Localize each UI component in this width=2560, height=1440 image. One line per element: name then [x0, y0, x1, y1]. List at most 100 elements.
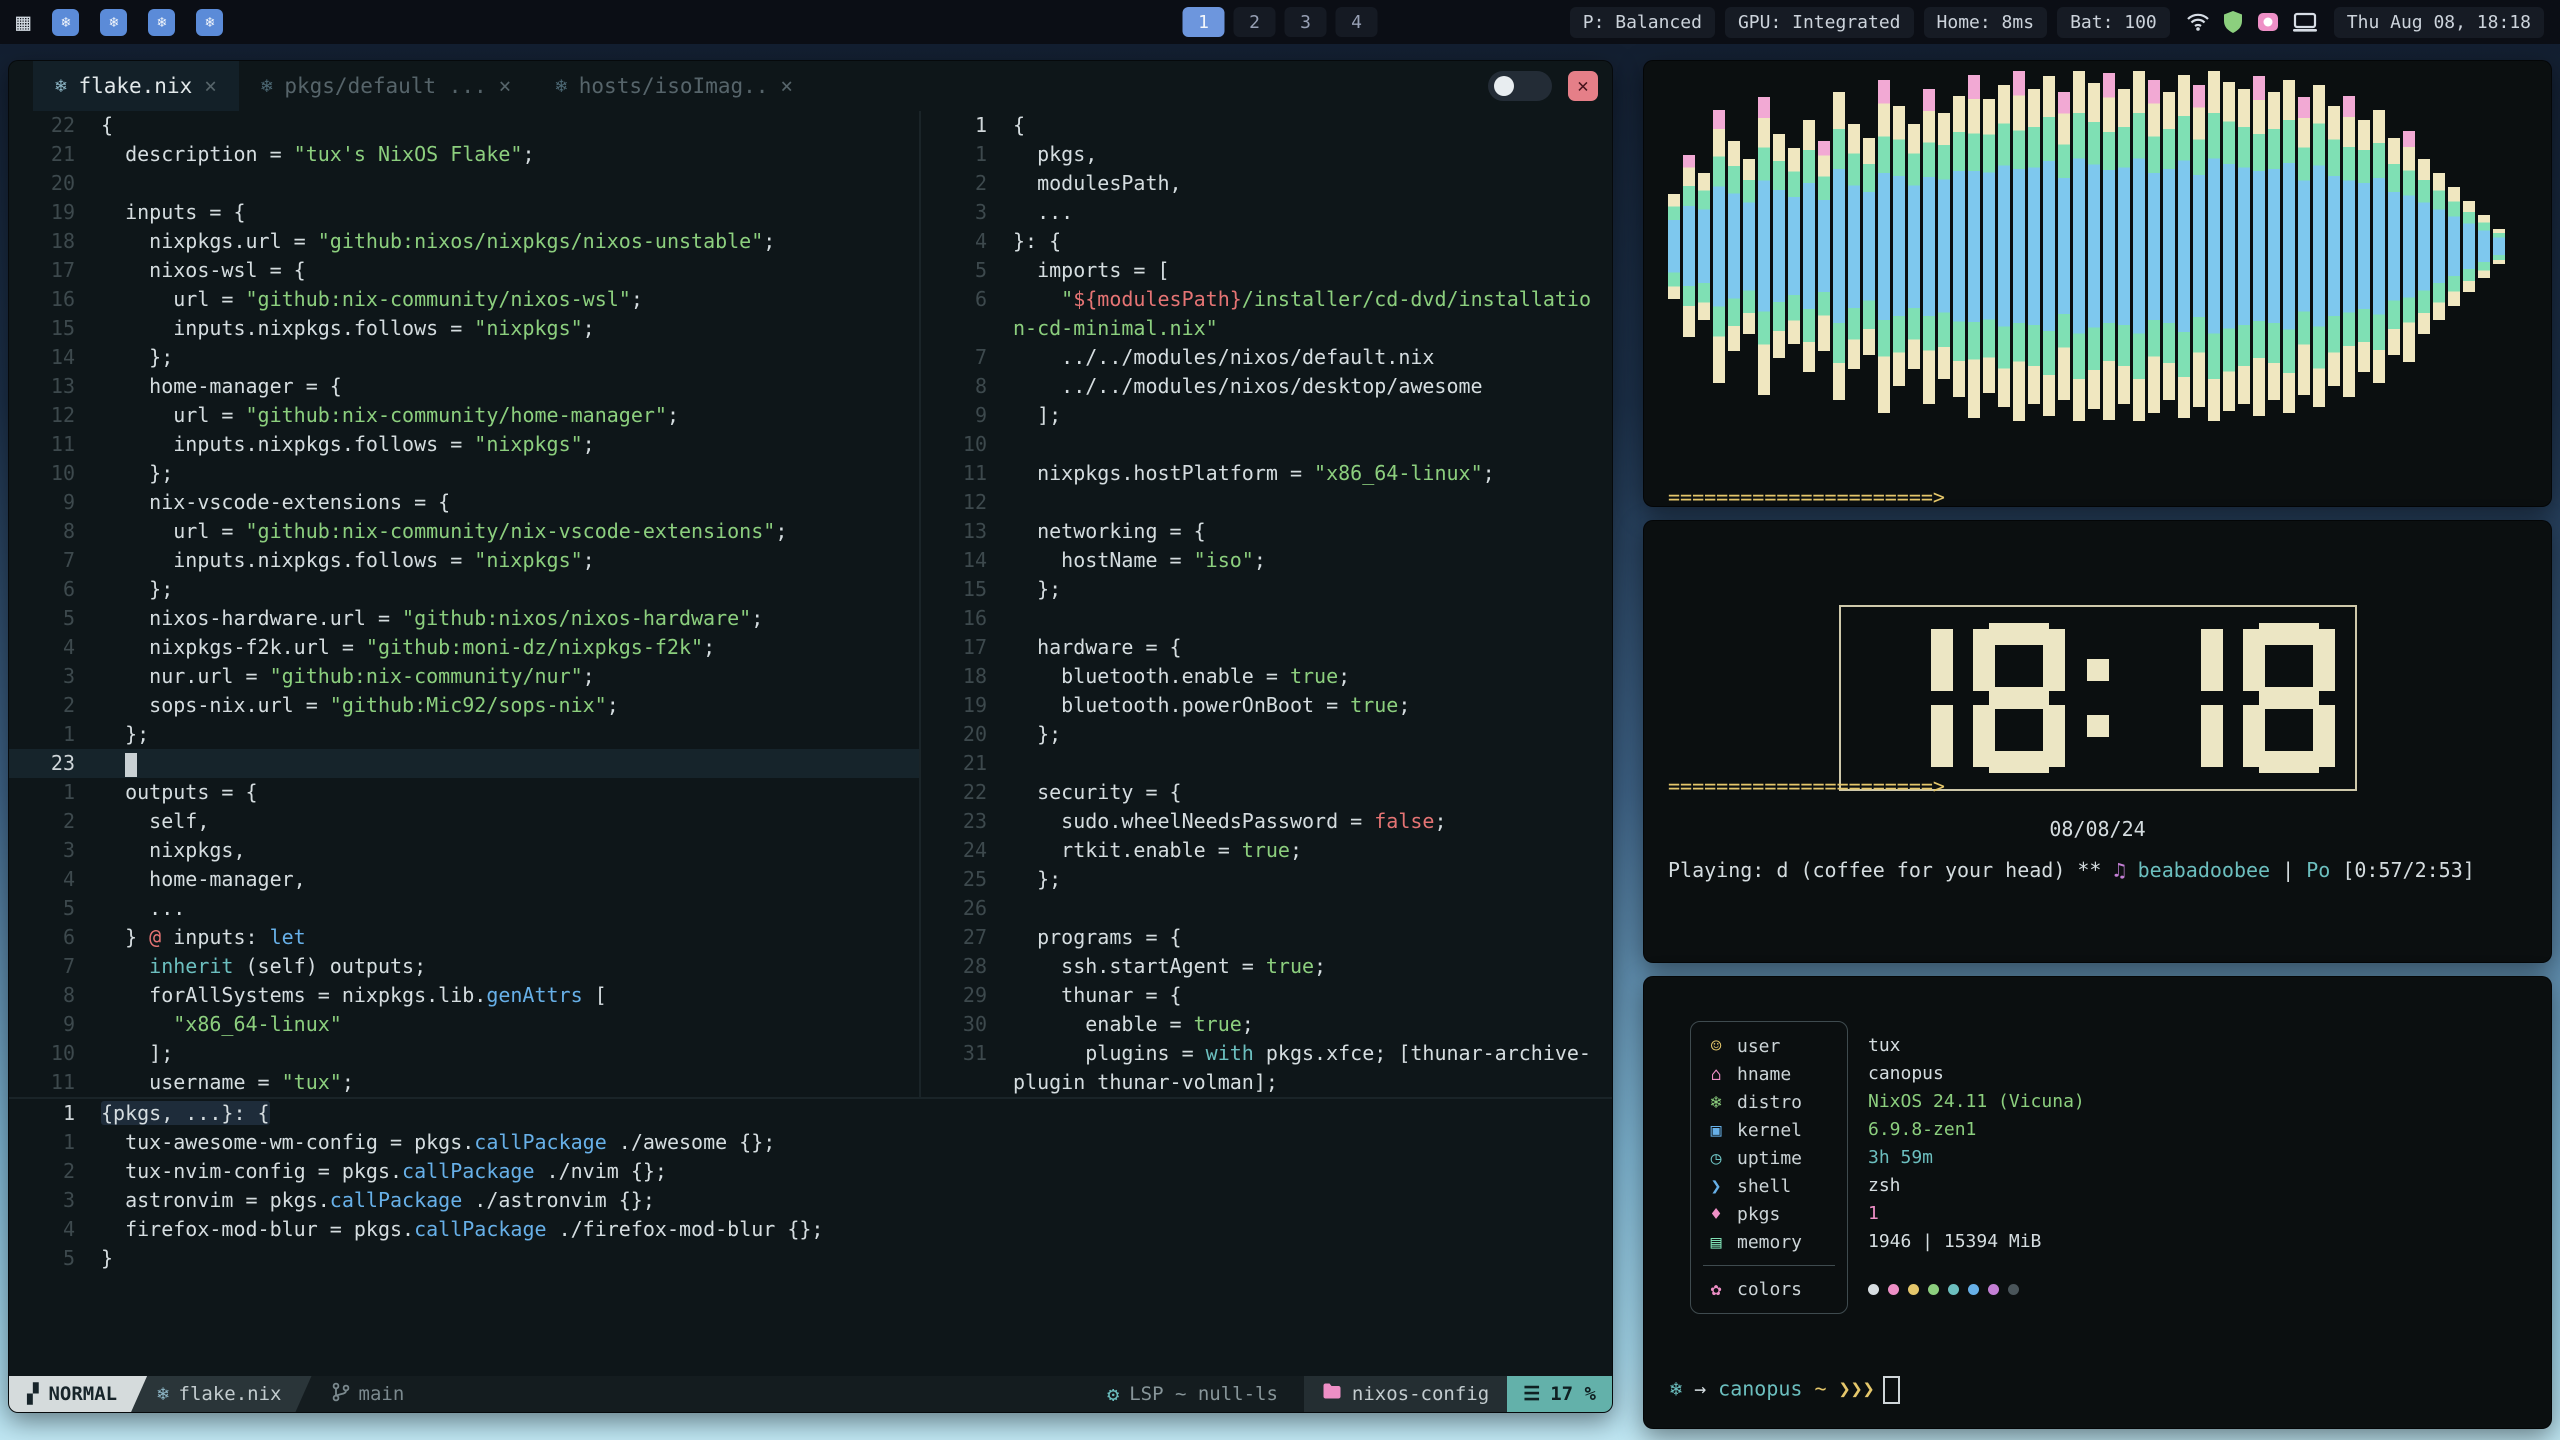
- line-number: 1: [921, 140, 1013, 169]
- code-line: 3 nur.url = "github:nix-community/nur";: [9, 662, 919, 691]
- gear-icon: ⚙: [1107, 1382, 1119, 1406]
- pinned-app-icon-2[interactable]: ❄: [100, 9, 127, 36]
- nix-icon: ❄: [555, 75, 566, 97]
- code-line: plugin thunar-volman];: [921, 1068, 1612, 1097]
- code-line: 4}: {: [921, 227, 1612, 256]
- right-code-pane[interactable]: 1{1 pkgs,2 modulesPath,3 ...4}: {5 impor…: [919, 111, 1612, 1097]
- visualizer-bar: [2448, 187, 2460, 306]
- code-line: 8 url = "github:nix-community/nix-vscode…: [9, 517, 919, 546]
- code-line: 23 sudo.wheelNeedsPassword = false;: [921, 807, 1612, 836]
- shield-icon[interactable]: [2222, 10, 2244, 34]
- display-icon[interactable]: [2292, 10, 2318, 34]
- line-number: 24: [921, 836, 1013, 865]
- project-indicator[interactable]: nixos-config: [1304, 1376, 1507, 1412]
- line-number: 6: [921, 285, 1013, 314]
- line-number: 8: [9, 517, 101, 546]
- pinned-app-icon-4[interactable]: ❄: [196, 9, 223, 36]
- workspace-tag-4[interactable]: 4: [1336, 7, 1378, 37]
- color-dot: [1888, 1284, 1899, 1295]
- percent-label: 17 %: [1550, 1376, 1596, 1412]
- left-code-pane[interactable]: 22{21 description = "tux's NixOS Flake";…: [9, 111, 919, 1097]
- line-number: 12: [9, 401, 101, 430]
- fetch-row-distro: ❄distro: [1691, 1088, 1847, 1116]
- tab-pkgs/default ...[interactable]: ❄pkgs/default ...×: [239, 61, 533, 111]
- visualizer-bar: [1923, 89, 1935, 404]
- code-line: 22{: [9, 111, 919, 140]
- fetch-value-hname: canopus: [1868, 1060, 2085, 1088]
- code-line: 2 sops-nix.url = "github:Mic92/sops-nix"…: [9, 691, 919, 720]
- ping-chip[interactable]: Home: 8ms: [1924, 7, 2048, 38]
- git-branch[interactable]: main: [332, 1382, 405, 1407]
- bottom-code-pane[interactable]: 1{pkgs, ...}: {1 tux-awesome-wm-config =…: [9, 1097, 1612, 1376]
- line-number: 17: [921, 633, 1013, 662]
- code-line: 14 };: [9, 343, 919, 372]
- cursor-block: [1883, 1376, 1900, 1404]
- line-number: 11: [921, 459, 1013, 488]
- clock-window: 08/08/24 ======================> Playing…: [1643, 520, 2552, 963]
- shell-prompt[interactable]: ❄ → canopus ~ ❯❯❯: [1670, 1376, 1900, 1404]
- line-number: 25: [921, 865, 1013, 894]
- battery-chip[interactable]: Bat: 100: [2057, 7, 2170, 38]
- visualizer-bar: [2223, 82, 2235, 411]
- pinned-app-icon-3[interactable]: ❄: [148, 9, 175, 36]
- datetime-chip[interactable]: Thu Aug 08, 18:18: [2334, 7, 2544, 38]
- visualizer-bar: [1698, 173, 1710, 320]
- code-line: 15 inputs.nixpkgs.follows = "nixpkgs";: [9, 314, 919, 343]
- line-number: 16: [921, 604, 1013, 633]
- visualizer-bar: [2283, 80, 2295, 413]
- code-line: 29 thunar = {: [921, 981, 1612, 1010]
- code-line: 21: [921, 749, 1612, 778]
- visualizer-bar: [1953, 96, 1965, 397]
- wifi-icon[interactable]: [2186, 10, 2210, 34]
- code-line: 20 };: [921, 720, 1612, 749]
- close-window-button[interactable]: ✕: [1568, 71, 1598, 101]
- visualizer-bar: [1983, 99, 1995, 393]
- fetch-value-kernel: 6.9.8-zen1: [1868, 1116, 2085, 1144]
- line-number: 5: [921, 256, 1013, 285]
- line-number: 30: [921, 1010, 1013, 1039]
- code-line: 11 nixpkgs.hostPlatform = "x86_64-linux"…: [921, 459, 1612, 488]
- tab-flake.nix[interactable]: ❄flake.nix×: [33, 61, 239, 111]
- color-dot: [1968, 1284, 1979, 1295]
- line-number: 1: [9, 720, 101, 749]
- code-line: 9 "x86_64-linux": [9, 1010, 919, 1039]
- statusline-right: ⚙ LSP ~ null-ls nixos-config ☰ 17 %: [1107, 1376, 1612, 1412]
- code-line: 13 networking = {: [921, 517, 1612, 546]
- code-line: 5}: [9, 1244, 1612, 1273]
- status-chips: P: Balanced GPU: Integrated Home: 8ms Bat: …: [1570, 7, 2170, 38]
- kernel-icon: ▣: [1705, 1120, 1727, 1141]
- code-line: 16 url = "github:nix-community/nixos-wsl…: [9, 285, 919, 314]
- gpu-mode-chip[interactable]: GPU: Integrated: [1725, 7, 1914, 38]
- system-tray: [2180, 10, 2324, 34]
- line-number: 28: [921, 952, 1013, 981]
- code-line: 6 };: [9, 575, 919, 604]
- colors-icon: ✿: [1705, 1279, 1727, 1300]
- visualizer-bar: [1683, 155, 1695, 337]
- statusline-filename[interactable]: ❄ flake.nix: [131, 1376, 311, 1412]
- tab-close-icon[interactable]: ×: [204, 74, 217, 98]
- tab-close-icon[interactable]: ×: [499, 74, 512, 98]
- tab-close-icon[interactable]: ×: [780, 74, 793, 98]
- workspace-tag-1[interactable]: 1: [1183, 7, 1225, 37]
- visualizer-bar: [2463, 201, 2475, 292]
- line-number: 27: [921, 923, 1013, 952]
- line-number: 21: [921, 749, 1013, 778]
- visualizer-bar: [2253, 76, 2265, 416]
- app-launcher-icon[interactable]: ▦: [16, 0, 30, 44]
- fetch-label: colors: [1737, 1279, 1802, 1300]
- workspace-tag-2[interactable]: 2: [1234, 7, 1276, 37]
- tab-hosts/isoImag..[interactable]: ❄hosts/isoImag..×: [533, 61, 815, 111]
- pinned-app-icon-1[interactable]: ❄: [52, 9, 79, 36]
- power-profile-chip[interactable]: P: Balanced: [1570, 7, 1715, 38]
- fetch-value-uptime: 3h 59m: [1868, 1144, 2085, 1172]
- scroll-position: ☰ 17 %: [1507, 1376, 1612, 1412]
- visualizer-bar: [1773, 134, 1785, 358]
- toggle-switch[interactable]: [1488, 71, 1552, 101]
- color-picker-icon[interactable]: [2256, 10, 2280, 34]
- line-number: 4: [9, 1215, 101, 1244]
- visualizer-bar: [2478, 215, 2490, 278]
- workspace-tag-3[interactable]: 3: [1285, 7, 1327, 37]
- visualizer-bar: [1968, 75, 1980, 418]
- line-number: 19: [9, 198, 101, 227]
- line-number: 18: [9, 227, 101, 256]
